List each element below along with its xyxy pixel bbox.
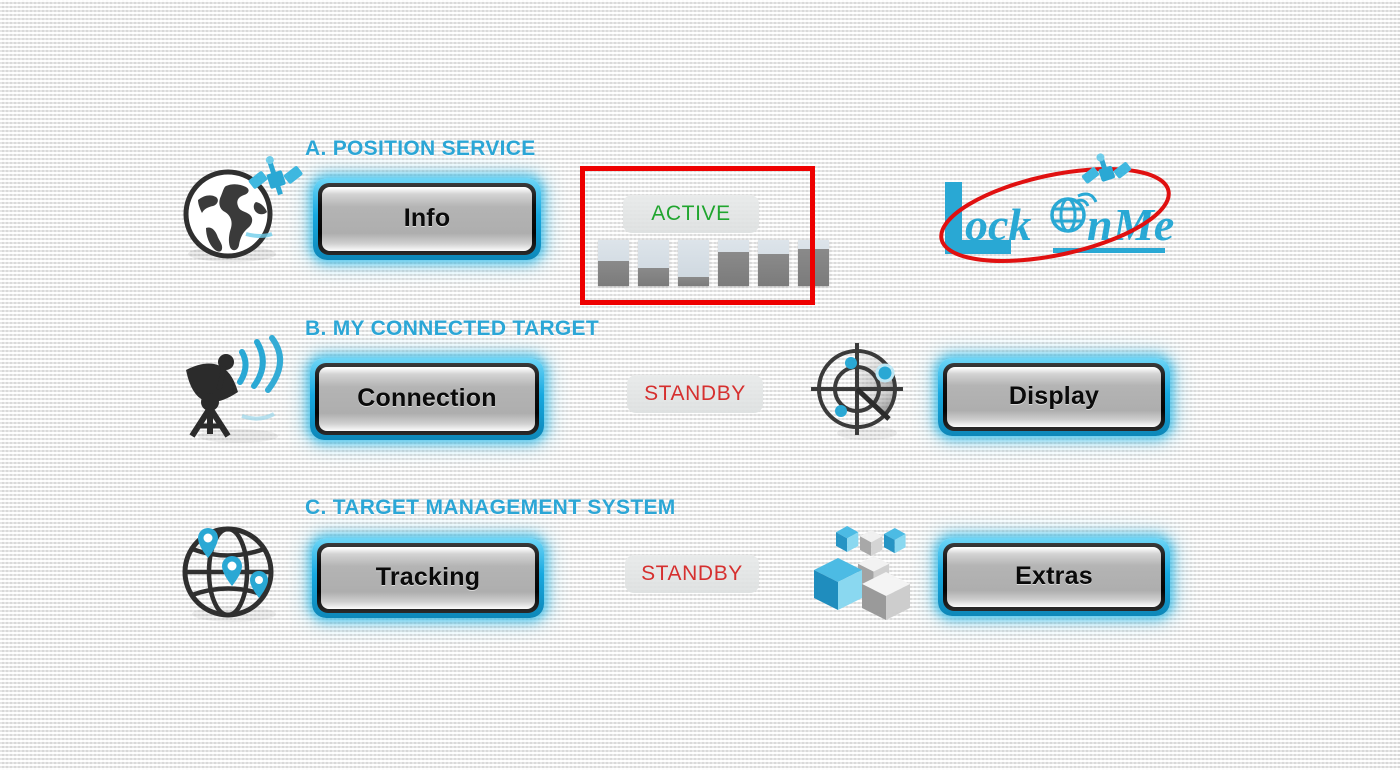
display-button-face: Display [947, 367, 1161, 427]
extras-button[interactable]: Extras [938, 538, 1170, 616]
cubes-icon [808, 518, 916, 620]
tracking-button-face: Tracking [321, 547, 535, 609]
extras-button-label: Extras [1015, 562, 1093, 590]
section-heading-a: A. POSITION SERVICE [305, 137, 536, 160]
info-button[interactable]: Info [313, 178, 541, 260]
extras-button-frame: Extras [943, 543, 1165, 611]
status-badge-label: STANDBY [644, 382, 746, 405]
extras-button-face: Extras [947, 547, 1161, 607]
info-button-label: Info [403, 204, 451, 232]
display-button-label: Display [1008, 382, 1100, 410]
section-heading-b: B. MY CONNECTED TARGET [305, 317, 599, 340]
info-button-frame: Info [318, 183, 536, 255]
radar-target-icon [805, 343, 915, 443]
connection-button[interactable]: Connection [310, 358, 544, 440]
status-badge-label: STANDBY [641, 562, 743, 585]
svg-text:ock: ock [965, 199, 1031, 250]
connection-button-face: Connection [319, 367, 535, 431]
highlight-box [580, 166, 815, 305]
section-heading-c: C. TARGET MANAGEMENT SYSTEM [305, 496, 676, 519]
control-panel: A. POSITION SERVICE Info ACTIVE ock n Me… [0, 0, 1400, 770]
display-button[interactable]: Display [938, 358, 1170, 436]
globe-pins-icon [176, 522, 288, 622]
tracking-button-frame: Tracking [317, 543, 539, 613]
tracking-button[interactable]: Tracking [312, 538, 544, 618]
tracking-button-label: Tracking [375, 563, 481, 591]
globe-satellite-icon [176, 156, 303, 267]
connection-button-frame: Connection [315, 363, 539, 435]
status-badge-my-connected-target: STANDBY [627, 375, 763, 413]
satellite-dish-icon [178, 335, 293, 445]
app-logo: ock n Me [935, 153, 1175, 275]
info-button-face: Info [322, 187, 532, 251]
connection-button-label: Connection [357, 384, 497, 412]
display-button-frame: Display [943, 363, 1165, 431]
status-badge-target-management-system: STANDBY [625, 555, 759, 593]
